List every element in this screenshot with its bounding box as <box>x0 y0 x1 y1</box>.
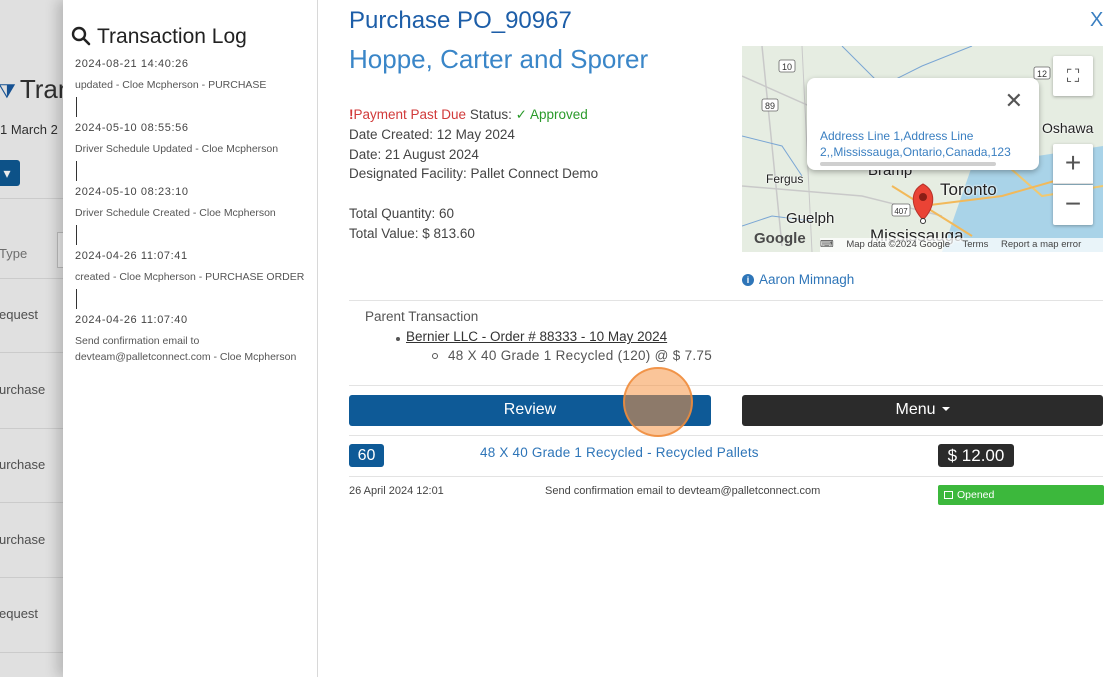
highway-shield: 407 <box>894 207 908 216</box>
close-button[interactable]: X <box>1090 9 1103 32</box>
map-data-text: Map data ©2024 Google <box>846 239 951 250</box>
google-logo: Google <box>754 230 806 247</box>
status-value: ✓ Approved <box>515 107 588 122</box>
close-icon[interactable]: ✕ <box>1005 90 1023 112</box>
log-date: 2024-05-10 08:23:10 <box>75 186 189 198</box>
map-popup-scrollbar[interactable] <box>820 162 996 166</box>
envelope-icon <box>944 491 953 499</box>
log-connector <box>76 161 77 181</box>
log-text: updated - Cloe Mcpherson - PURCHASE <box>75 79 267 91</box>
zoom-out-button[interactable]: − <box>1053 185 1093 225</box>
divider <box>349 435 1103 436</box>
log-text: Driver Schedule Updated - Cloe Mcpherson <box>75 143 279 155</box>
log-date: 2024-04-26 11:07:40 <box>75 314 188 326</box>
email-log-text: Send confirmation email to devteam@palle… <box>545 485 821 497</box>
map-label-guelph: Guelph <box>786 210 835 227</box>
info-icon: i <box>742 274 754 286</box>
check-icon: ✓ <box>515 107 527 122</box>
click-indicator <box>623 367 693 437</box>
map-label-oshawa: Oshawa <box>1042 120 1094 136</box>
past-due-alert: !Payment Past Due <box>349 107 467 122</box>
purchase-detail-panel: X Purchase PO_90967 Hoppe, Carter and Sp… <box>318 0 1120 677</box>
bullet <box>432 353 438 359</box>
bullet <box>396 337 400 341</box>
location-map[interactable]: 10 89 12 407 Oshawa Toronto Fergus Guelp… <box>742 46 1103 252</box>
search-icon <box>71 26 91 46</box>
designated-facility: Designated Facility: Pallet Connect Demo <box>349 166 599 182</box>
quantity-badge: 60 <box>349 444 384 467</box>
highway-shield: 89 <box>765 101 775 111</box>
purchase-totals: Total Quantity: 60 Total Value: $ 813.60 <box>349 204 475 244</box>
caret-down-icon <box>941 407 950 411</box>
log-date: 2024-08-21 14:40:26 <box>75 58 189 70</box>
report-map-error-link[interactable]: Report a map error <box>1001 239 1081 250</box>
fullscreen-icon[interactable]: ⛶ <box>1053 56 1093 96</box>
log-entry: 2024-04-26 11:07:41 created - Cloe Mcphe… <box>75 249 305 309</box>
parent-line-item: 48 X 40 Grade 1 Recycled (120) @ $ 7.75 <box>448 348 713 363</box>
highway-shield: 12 <box>1037 69 1047 79</box>
zoom-in-button[interactable]: + <box>1053 144 1093 184</box>
log-entry: 2024-04-26 11:07:40 Send confirmation em… <box>75 313 305 365</box>
log-text: created - Cloe Mcpherson - PURCHASE ORDE… <box>75 271 305 283</box>
log-entry: 2024-05-10 08:55:56 Driver Schedule Upda… <box>75 121 305 181</box>
divider <box>349 476 1103 477</box>
line-item-link[interactable]: 48 X 40 Grade 1 Recycled - Recycled Pall… <box>480 445 759 460</box>
date-created: Date Created: 12 May 2024 <box>349 126 515 142</box>
email-status-badge: Opened <box>938 485 1104 505</box>
map-info-window: ✕ Address Line 1,Address Line 2,,Mississ… <box>807 78 1039 170</box>
log-entry: 2024-05-10 08:23:10 Driver Schedule Crea… <box>75 185 305 245</box>
divider <box>349 300 1103 301</box>
divider <box>349 385 1103 386</box>
map-label-toronto: Toronto <box>940 180 997 199</box>
parent-order-link[interactable]: Bernier LLC - Order # 88333 - 10 May 202… <box>406 329 667 344</box>
highway-shield: 10 <box>782 62 792 72</box>
log-date: 2024-05-10 08:55:56 <box>75 122 189 134</box>
log-text: Send confirmation email to devteam@palle… <box>75 335 297 363</box>
log-connector <box>76 97 77 117</box>
date: Date: 21 August 2024 <box>349 146 479 162</box>
transaction-log-panel: Transaction Log 2024-08-21 14:40:26 upda… <box>63 0 318 677</box>
purchase-title: Purchase PO_90967 <box>349 7 572 34</box>
map-label-fergus: Fergus <box>766 172 804 186</box>
price-badge: $ 12.00 <box>938 444 1014 467</box>
status-label: Status: <box>469 107 512 122</box>
total-value: Total Value: $ 813.60 <box>349 225 475 241</box>
keyboard-icon[interactable]: ⌨ <box>820 239 834 250</box>
email-log-date: 26 April 2024 12:01 <box>349 485 444 497</box>
log-connector <box>76 225 77 245</box>
total-quantity: Total Quantity: 60 <box>349 206 455 221</box>
log-text: Driver Schedule Created - Cloe Mcpherson <box>75 207 276 219</box>
contact-link[interactable]: i Aaron Mimnagh <box>742 272 854 287</box>
menu-button[interactable]: Menu <box>742 395 1103 426</box>
map-popup-address: Address Line 1,Address Line 2,,Mississau… <box>820 129 1011 159</box>
company-name[interactable]: Hoppe, Carter and Sporer <box>349 44 648 75</box>
purchase-info: !Payment Past Due Status: ✓ Approved Dat… <box>349 105 598 184</box>
status-line: !Payment Past Due Status: ✓ Approved <box>349 105 598 125</box>
parent-transaction-label: Parent Transaction <box>365 309 479 324</box>
transaction-log-list: 2024-08-21 14:40:26 updated - Cloe Mcphe… <box>75 57 305 365</box>
map-terms-link[interactable]: Terms <box>962 239 988 250</box>
map-attribution: ⌨ Map data ©2024 Google Terms Report a m… <box>820 238 1103 252</box>
log-entry: 2024-08-21 14:40:26 updated - Cloe Mcphe… <box>75 57 305 117</box>
log-date: 2024-04-26 11:07:41 <box>75 250 188 262</box>
transaction-log-title: Transaction Log <box>71 23 247 49</box>
log-connector <box>76 289 77 309</box>
